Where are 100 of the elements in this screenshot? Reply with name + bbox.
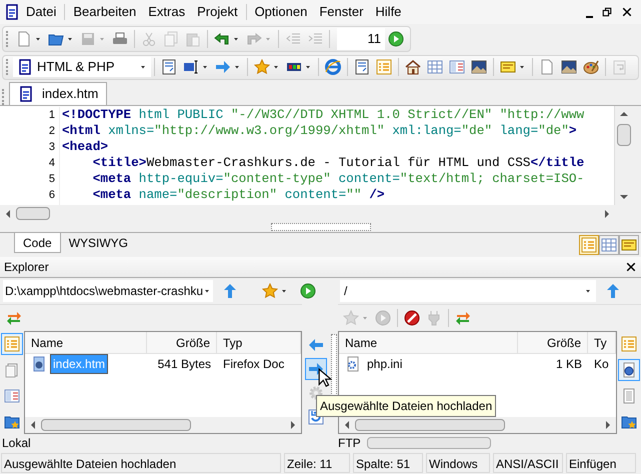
panel-title: Explorer: [4, 259, 50, 276]
code-line: <title>Webmaster-Crashkurs.de - Tutorial für HTML und CSS</title: [92, 155, 586, 171]
note-icon: [621, 237, 637, 253]
scrollbar-thumb[interactable]: [616, 124, 630, 146]
play-icon: [300, 282, 316, 299]
view-tab[interactable]: WYSIWYG: [60, 233, 136, 253]
document-tab[interactable]: index.htm: [9, 82, 108, 105]
tooltip: Ausgewählte Dateien hochladen: [316, 395, 496, 417]
status-field: Ausgewählte Dateien hochladen: [1, 453, 281, 473]
splitter-handle[interactable]: [270, 223, 370, 231]
plug-icon: [426, 310, 442, 326]
menu-item[interactable]: Hilfe: [369, 2, 408, 22]
menu-item[interactable]: Extras: [142, 2, 192, 22]
menu-item[interactable]: Projekt: [191, 2, 244, 22]
close-icon: [625, 261, 637, 273]
file-type: Firefox Doc: [222, 356, 286, 374]
status-field: Spalte: 51: [353, 453, 423, 473]
line-number: 4: [48, 156, 55, 171]
list-view-icon: [581, 237, 597, 253]
scissors-icon: [141, 31, 157, 47]
file-size: 541 Bytes: [156, 356, 212, 374]
file-name: index.htm: [51, 355, 108, 374]
code-line: <html xmlns="http://www.w3.org/1999/xhtml" xml:lang="de" lang="de">: [62, 123, 578, 139]
star-icon: [254, 59, 270, 75]
caret-icon: [518, 63, 526, 71]
code-line: <meta http-equiv="content-type" content="text/html; charset=ISO-: [92, 171, 586, 187]
scrollbar-thumb[interactable]: [16, 207, 50, 220]
status-field: Windows: [426, 453, 490, 473]
menu-item[interactable]: Optionen: [248, 2, 314, 22]
html-file-icon: [31, 356, 47, 372]
restore-icon: [601, 6, 613, 18]
wrap-icon: [612, 59, 628, 75]
redo-icon: [246, 31, 262, 47]
table-icon: [601, 237, 617, 253]
menu-item[interactable]: Datei: [20, 2, 62, 22]
close-button[interactable]: [625, 261, 637, 273]
language-select[interactable]: HTML & PHP: [13, 57, 151, 77]
column-header[interactable]: Name: [339, 332, 518, 354]
status-field: Zeile: 11: [284, 453, 350, 473]
web-document-icon: [621, 362, 637, 378]
undo-icon: [214, 31, 230, 47]
pane-label: Lokal: [1, 435, 32, 452]
document-icon: [18, 86, 34, 102]
file-row[interactable]: index.htm 541 Bytes Firefox Doc: [25, 354, 301, 374]
blank-page-icon: [16, 31, 32, 47]
document-icon: [17, 59, 33, 75]
right-arrow-icon: [215, 59, 231, 75]
caret-icon: [66, 35, 74, 43]
star-icon: [262, 282, 278, 299]
caret-icon: [34, 35, 42, 43]
blank-page-icon: [539, 59, 555, 75]
copy-icon: [163, 31, 179, 47]
column-header[interactable]: Ty: [588, 332, 616, 354]
document-icon: [4, 4, 20, 20]
page-icon: [4, 362, 20, 378]
code-line: <meta name="description" content="" />: [92, 187, 386, 203]
left-arrow-icon: [308, 337, 324, 353]
line-number: 6: [48, 188, 55, 203]
caret-icon: [139, 63, 147, 71]
horizontal-scrollbar[interactable]: [25, 417, 301, 433]
horizontal-scrollbar[interactable]: [339, 417, 616, 433]
settings-file-icon: [345, 356, 361, 372]
caret-icon: [201, 63, 209, 71]
caret-icon: [232, 35, 240, 43]
path-field[interactable]: /: [340, 280, 596, 302]
line-number: 3: [48, 140, 55, 155]
path-field[interactable]: D:\xampp\htdocs\webmaster-crashku: [3, 280, 214, 302]
panel-icon: [449, 59, 465, 75]
swap-arrows-icon: [455, 310, 471, 326]
scrollbar-thumb[interactable]: [355, 419, 505, 431]
status-field: Einfügen: [566, 453, 636, 473]
menu-item[interactable]: Bearbeiten: [67, 2, 142, 22]
line-number-field[interactable]: 11: [337, 28, 385, 50]
panel-icon: [4, 388, 20, 404]
column-header[interactable]: Größe: [147, 332, 217, 354]
scrollbar-thumb[interactable]: [41, 419, 191, 431]
line-number: 2: [48, 124, 55, 139]
code-editor[interactable]: [0, 106, 614, 205]
menu-item[interactable]: Fenster: [313, 2, 370, 22]
minimize-icon: [586, 16, 593, 18]
image-icon: [561, 59, 577, 75]
code-line: <!DOCTYPE html PUBLIC "-//W3C//DTD XHTML 1.0 Strict//EN" "http://www: [62, 107, 586, 123]
caret-icon: [233, 63, 241, 71]
line-number: 5: [48, 172, 55, 187]
line-number: 1: [48, 108, 55, 123]
file-row[interactable]: php.ini 1 KB Ko: [339, 354, 616, 374]
right-arrow-icon: [308, 361, 324, 377]
caret-icon: [98, 35, 106, 43]
column-header[interactable]: Name: [25, 332, 147, 354]
folder-star-icon: [4, 414, 20, 430]
play-icon: [375, 310, 391, 326]
text-field-icon: [183, 59, 199, 75]
view-tab[interactable]: Code: [14, 233, 61, 253]
column-header[interactable]: Typ: [217, 332, 301, 354]
form-icon: [354, 59, 370, 75]
view-button[interactable]: [618, 359, 640, 382]
note-icon: [500, 59, 516, 75]
column-header[interactable]: Größe: [518, 332, 588, 354]
swap-arrows-icon: [6, 310, 22, 326]
view-button[interactable]: [619, 235, 639, 255]
